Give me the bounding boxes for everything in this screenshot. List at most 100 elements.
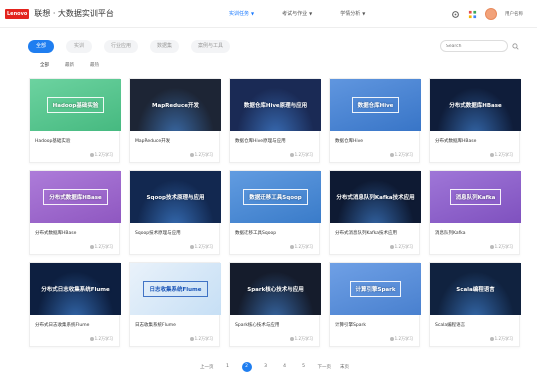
course-title[interactable]: 日志收集系统Flume [135, 322, 219, 328]
course-card[interactable]: 数据仓库Hive 数据仓库Hive 1.2万学习 [329, 78, 421, 163]
course-meta: 1.2万学习 [330, 336, 413, 342]
chevron-down-icon: ▼ [362, 11, 366, 16]
course-card[interactable]: 计算引擎Spark 计算引擎Spark 1.2万学习 [329, 262, 421, 347]
search-input[interactable] [446, 43, 496, 49]
thumbnail-label: 数据仓库Hive [351, 97, 400, 113]
course-thumbnail[interactable]: 数据迁移工具Sqoop [230, 171, 321, 223]
username[interactable]: 用户名称 [505, 11, 523, 17]
course-thumbnail[interactable]: 消息队列Kafka [430, 171, 521, 223]
course-thumbnail[interactable]: 分布式日志收集系统Flume [30, 263, 121, 315]
page-number[interactable]: 5 [299, 362, 309, 372]
filter-hottest[interactable]: 最热 [90, 62, 99, 68]
course-title[interactable]: 分布式消息队列Kafka技术应用 [335, 230, 419, 236]
avatar[interactable] [485, 8, 497, 20]
course-card[interactable]: 数据仓库Hive原理与应用 数据仓库Hive原理与应用 1.2万学习 [229, 78, 321, 163]
search-icon[interactable] [512, 43, 519, 50]
course-thumbnail[interactable]: Spark核心技术与应用 [230, 263, 321, 315]
filter-newest[interactable]: 最新 [65, 62, 74, 68]
prev-page-button[interactable]: 上一页 [200, 364, 214, 370]
course-thumbnail[interactable]: Hadoop基础实验 [30, 79, 121, 131]
course-card[interactable]: Spark核心技术与应用 Spark核心技术与应用 1.2万学习 [229, 262, 321, 347]
thumbnail-label: 分布式数据库HBase [43, 189, 108, 205]
course-meta: 1.2万学习 [430, 336, 513, 342]
tab-all[interactable]: 全部 [28, 40, 54, 53]
next-page-button[interactable]: 下一页 [318, 364, 332, 370]
learner-count: 1.2万学习 [394, 244, 413, 249]
course-title[interactable]: 数据迁移工具Sqoop [235, 230, 319, 236]
course-thumbnail[interactable]: 分布式数据库HBase [430, 79, 521, 131]
nav-item-tasks[interactable]: 实训任务 ▼ [215, 0, 268, 28]
filter-all[interactable]: 全部 [40, 62, 49, 68]
course-thumbnail[interactable]: 数据仓库Hive原理与应用 [230, 79, 321, 131]
course-grid: Hadoop基础实验 Hadoop基础实验 1.2万学习 MapReduce开发 Map… [29, 78, 521, 347]
course-card[interactable]: Scala编程语言 Scala编程语言 1.2万学习 [429, 262, 521, 347]
learner-count: 1.2万学习 [94, 244, 113, 249]
brand-logo[interactable]: Lenovo [5, 8, 30, 19]
learner-count: 1.2万学习 [294, 244, 313, 249]
thumbnail-label: Hadoop基础实验 [46, 97, 105, 113]
page-number[interactable]: 2 [241, 362, 252, 372]
course-thumbnail[interactable]: Scala编程语言 [430, 263, 521, 315]
learner-count: 1.2万学习 [94, 336, 113, 341]
course-thumbnail[interactable]: 分布式消息队列Kafka技术应用 [330, 171, 421, 223]
course-title[interactable]: 分布式日志收集系统Flume [35, 322, 119, 328]
tab-datasets[interactable]: 数据集 [150, 40, 180, 53]
course-title[interactable]: Spark核心技术与应用 [235, 322, 319, 328]
course-card[interactable]: 消息队列Kafka 消息队列Kafka 1.2万学习 [429, 170, 521, 255]
course-card[interactable]: 分布式数据库HBase 分布式数据库HBase 1.2万学习 [429, 78, 521, 163]
course-meta: 1.2万学习 [30, 244, 113, 250]
course-title[interactable]: 分布式数据库HBase [35, 230, 119, 236]
apps-grid-icon[interactable] [468, 10, 477, 19]
course-card[interactable]: Sqoop技术原理与应用 Sqoop技术原理与应用 1.2万学习 [129, 170, 221, 255]
course-title[interactable]: Scala编程语言 [435, 322, 519, 328]
search-box [440, 40, 519, 52]
thumbnail-label: 数据迁移工具Sqoop [243, 189, 308, 205]
learner-count: 1.2万学习 [494, 152, 513, 157]
course-thumbnail[interactable]: MapReduce开发 [130, 79, 221, 131]
page-root: Lenovo 联想 · 大数据实训平台 实训任务 ▼ 考试与作业 ▼ 学情分析 ▼ 用… [0, 0, 537, 378]
course-card[interactable]: 分布式消息队列Kafka技术应用 分布式消息队列Kafka技术应用 1.2万学习 [329, 170, 421, 255]
page-number[interactable]: 3 [261, 362, 271, 372]
course-title[interactable]: Sqoop技术原理与应用 [135, 230, 219, 236]
tab-training[interactable]: 实训 [66, 40, 92, 53]
course-title[interactable]: 消息队列Kafka [435, 230, 519, 236]
tab-industry[interactable]: 行业应用 [104, 40, 139, 53]
nav-item-exams[interactable]: 考试与作业 ▼ [268, 0, 326, 28]
course-card[interactable]: 分布式日志收集系统Flume 分布式日志收集系统Flume 1.2万学习 [29, 262, 121, 347]
thumbnail-label: Scala编程语言 [456, 287, 495, 293]
user-icon [489, 153, 494, 157]
chevron-down-icon: ▼ [309, 11, 313, 16]
course-thumbnail[interactable]: 计算引擎Spark [330, 263, 421, 315]
settings-icon[interactable] [451, 10, 460, 19]
thumbnail-label: MapReduce开发 [152, 103, 199, 109]
tab-cases[interactable]: 案例与工具 [191, 40, 231, 53]
nav-item-analysis[interactable]: 学情分析 ▼ [326, 0, 379, 28]
course-card[interactable]: 分布式数据库HBase 分布式数据库HBase 1.2万学习 [29, 170, 121, 255]
course-title[interactable]: Hadoop基础实验 [35, 138, 119, 144]
course-thumbnail[interactable]: Sqoop技术原理与应用 [130, 171, 221, 223]
header-actions: 用户名称 [451, 0, 523, 28]
nav-item-label: 学情分析 [340, 11, 361, 17]
course-title[interactable]: 数据仓库Hive [335, 138, 419, 144]
sort-filters: 全部 最新 最热 [40, 62, 99, 68]
user-icon [89, 245, 94, 249]
course-card[interactable]: 日志收集系统Flume 日志收集系统Flume 1.2万学习 [129, 262, 221, 347]
page-number[interactable]: 1 [223, 362, 233, 372]
course-meta: 1.2万学习 [130, 336, 213, 342]
course-thumbnail[interactable]: 分布式数据库HBase [30, 171, 121, 223]
course-thumbnail[interactable]: 日志收集系统Flume [130, 263, 221, 315]
course-title[interactable]: MapReduce开发 [135, 138, 219, 144]
last-page-button[interactable]: 末页 [340, 364, 349, 370]
course-title[interactable]: 计算引擎Spark [335, 322, 419, 328]
course-meta: 1.2万学习 [130, 152, 213, 158]
course-card[interactable]: 数据迁移工具Sqoop 数据迁移工具Sqoop 1.2万学习 [229, 170, 321, 255]
top-navigation: 实训任务 ▼ 考试与作业 ▼ 学情分析 ▼ [215, 0, 379, 28]
course-card[interactable]: Hadoop基础实验 Hadoop基础实验 1.2万学习 [29, 78, 121, 163]
course-meta: 1.2万学习 [230, 244, 313, 250]
course-card[interactable]: MapReduce开发 MapReduce开发 1.2万学习 [129, 78, 221, 163]
top-header: Lenovo 联想 · 大数据实训平台 实训任务 ▼ 考试与作业 ▼ 学情分析 ▼ 用… [0, 0, 537, 28]
course-title[interactable]: 数据仓库Hive原理与应用 [235, 138, 319, 144]
course-thumbnail[interactable]: 数据仓库Hive [330, 79, 421, 131]
page-number[interactable]: 4 [280, 362, 290, 372]
course-title[interactable]: 分布式数据库HBase [435, 138, 519, 144]
